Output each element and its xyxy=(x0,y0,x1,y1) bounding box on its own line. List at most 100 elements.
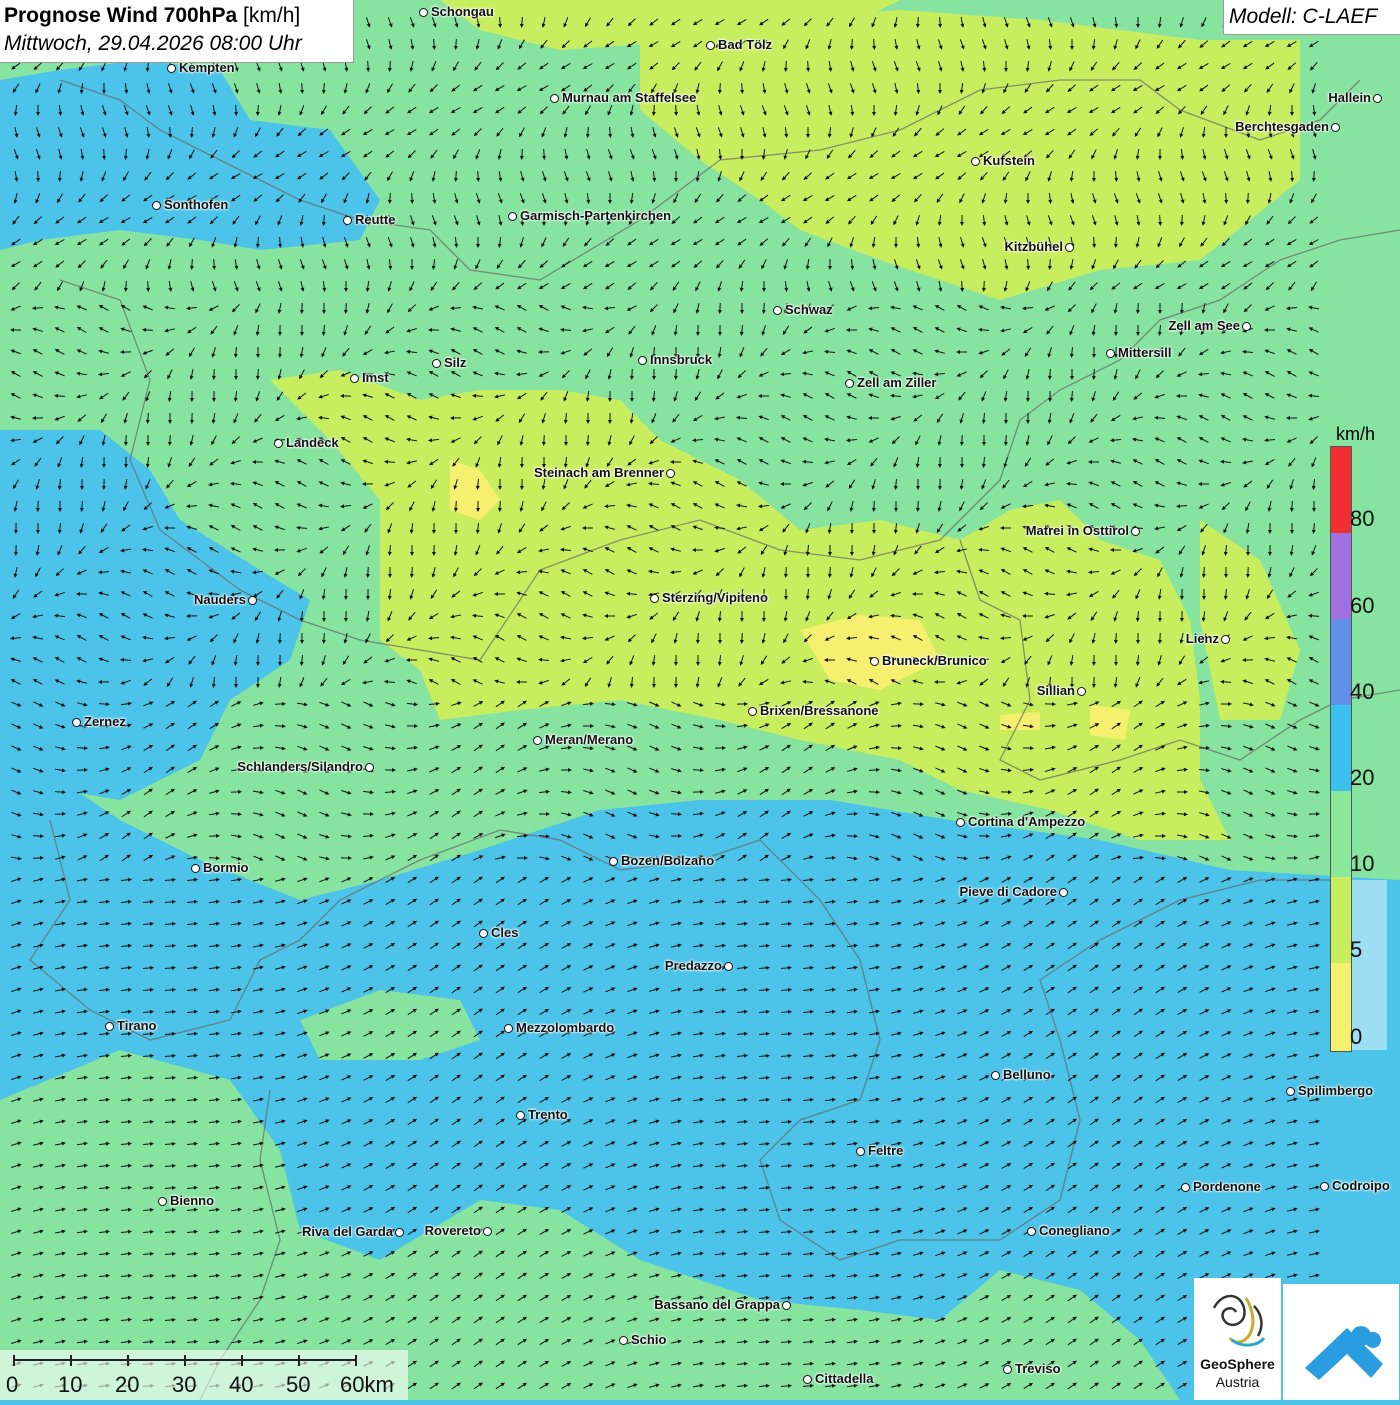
city-label: Kempten xyxy=(179,60,235,75)
city-marker xyxy=(191,864,200,873)
city-marker xyxy=(971,157,980,166)
city-marker xyxy=(158,1197,167,1206)
city-label: Schongau xyxy=(431,4,494,19)
city-label: Cles xyxy=(491,925,518,940)
city-marker xyxy=(1331,123,1340,132)
city-label: Pordenone xyxy=(1193,1179,1261,1194)
map-title: Prognose Wind 700hPa [km/h] xyxy=(4,4,300,28)
scale-label-50: 50 xyxy=(286,1372,310,1398)
legend-seg-80plus xyxy=(1331,447,1351,533)
city-label: Feltre xyxy=(868,1143,903,1158)
city-label: Bormio xyxy=(203,860,249,875)
city-marker xyxy=(706,41,715,50)
geosphere-name: GeoSphere xyxy=(1194,1356,1281,1372)
city-marker xyxy=(152,201,161,210)
city-marker xyxy=(105,1022,114,1031)
city-label: Kitzbühel xyxy=(1005,239,1064,254)
city-label: Brixen/Bressanone xyxy=(760,703,879,718)
legend-seg-60-80 xyxy=(1331,533,1351,619)
city-marker xyxy=(479,929,488,938)
legend-label-80: 80 xyxy=(1350,506,1374,532)
city-label: Berchtesgaden xyxy=(1235,119,1329,134)
city-label: Codroipo xyxy=(1332,1178,1390,1193)
city-marker xyxy=(350,374,359,383)
city-label: Kufstein xyxy=(983,153,1035,168)
city-marker xyxy=(803,1375,812,1384)
city-label: Bruneck/Brunico xyxy=(882,653,987,668)
legend-seg-20-40 xyxy=(1331,705,1351,791)
city-marker xyxy=(419,8,428,17)
city-marker xyxy=(72,718,81,727)
city-label: Pieve di Cadore xyxy=(959,884,1057,899)
city-label: Schio xyxy=(631,1332,666,1347)
city-marker xyxy=(1059,888,1068,897)
city-marker xyxy=(1373,94,1382,103)
scale-label-30: 30 xyxy=(172,1372,196,1398)
city-label: Schwaz xyxy=(785,302,833,317)
city-marker xyxy=(956,818,965,827)
legend-label-60: 60 xyxy=(1350,593,1374,619)
city-marker xyxy=(1320,1182,1329,1191)
city-label: Innsbruck xyxy=(650,352,712,367)
city-marker xyxy=(504,1024,513,1033)
city-label: Murnau am Staffelsee xyxy=(562,90,696,105)
city-label: Bienno xyxy=(170,1193,214,1208)
city-label: Bad Tölz xyxy=(718,37,772,52)
city-label: Rovereto xyxy=(425,1223,481,1238)
city-label: Zernez xyxy=(84,714,126,729)
legend-colorbar xyxy=(1330,446,1352,1052)
city-label: Riva del Garda xyxy=(302,1224,393,1239)
city-marker xyxy=(1286,1087,1295,1096)
city-label: Sterzing/Vipiteno xyxy=(662,590,768,605)
city-label: Landeck xyxy=(286,435,339,450)
city-marker xyxy=(856,1147,865,1156)
city-marker xyxy=(1131,527,1140,536)
city-marker xyxy=(508,212,517,221)
city-marker xyxy=(343,216,352,225)
city-marker xyxy=(483,1227,492,1236)
city-label: Tirano xyxy=(117,1018,157,1033)
city-marker xyxy=(1242,322,1251,331)
city-marker xyxy=(870,657,879,666)
city-marker xyxy=(638,356,647,365)
scale-label-60km: 60km xyxy=(340,1372,394,1398)
city-marker xyxy=(432,359,441,368)
city-label: Silz xyxy=(444,355,466,370)
city-label: Imst xyxy=(362,370,389,385)
warning-app-logo[interactable] xyxy=(1283,1284,1399,1400)
city-label: Belluno xyxy=(1003,1067,1051,1082)
city-marker xyxy=(248,596,257,605)
city-marker xyxy=(991,1071,1000,1080)
legend-label-5: 5 xyxy=(1350,937,1362,963)
model-label: Modell: C-LAEF xyxy=(1229,5,1377,29)
city-label: Mezzolombardo xyxy=(516,1020,614,1035)
legend-seg-40-60 xyxy=(1331,619,1351,705)
city-label: Treviso xyxy=(1015,1361,1061,1376)
city-label: Sillian xyxy=(1037,683,1075,698)
geosphere-country: Austria xyxy=(1194,1374,1281,1390)
scale-label-10: 10 xyxy=(58,1372,82,1398)
city-marker xyxy=(1181,1183,1190,1192)
scale-label-40: 40 xyxy=(229,1372,253,1398)
city-marker xyxy=(516,1111,525,1120)
scale-label-0: 0 xyxy=(6,1372,18,1398)
city-label: Bozen/Bolzano xyxy=(621,853,714,868)
city-label: Reutte xyxy=(355,212,395,227)
city-label: Trento xyxy=(528,1107,568,1122)
city-marker xyxy=(773,306,782,315)
city-label: Matrei in Osttirol xyxy=(1026,523,1129,538)
city-marker xyxy=(1221,635,1230,644)
city-marker xyxy=(533,736,542,745)
city-label: Nauders xyxy=(194,592,246,607)
city-marker xyxy=(666,469,675,478)
city-marker xyxy=(748,707,757,716)
city-marker xyxy=(365,763,374,772)
city-marker xyxy=(609,857,618,866)
city-marker xyxy=(1065,243,1074,252)
map-title-unit: [km/h] xyxy=(243,4,300,27)
city-label: Zell am See xyxy=(1168,318,1240,333)
legend-label-10: 10 xyxy=(1350,851,1374,877)
mountain-cloud-icon xyxy=(1283,1284,1399,1400)
city-label: Zell am Ziller xyxy=(857,375,936,390)
city-label: Cittadella xyxy=(815,1371,874,1386)
